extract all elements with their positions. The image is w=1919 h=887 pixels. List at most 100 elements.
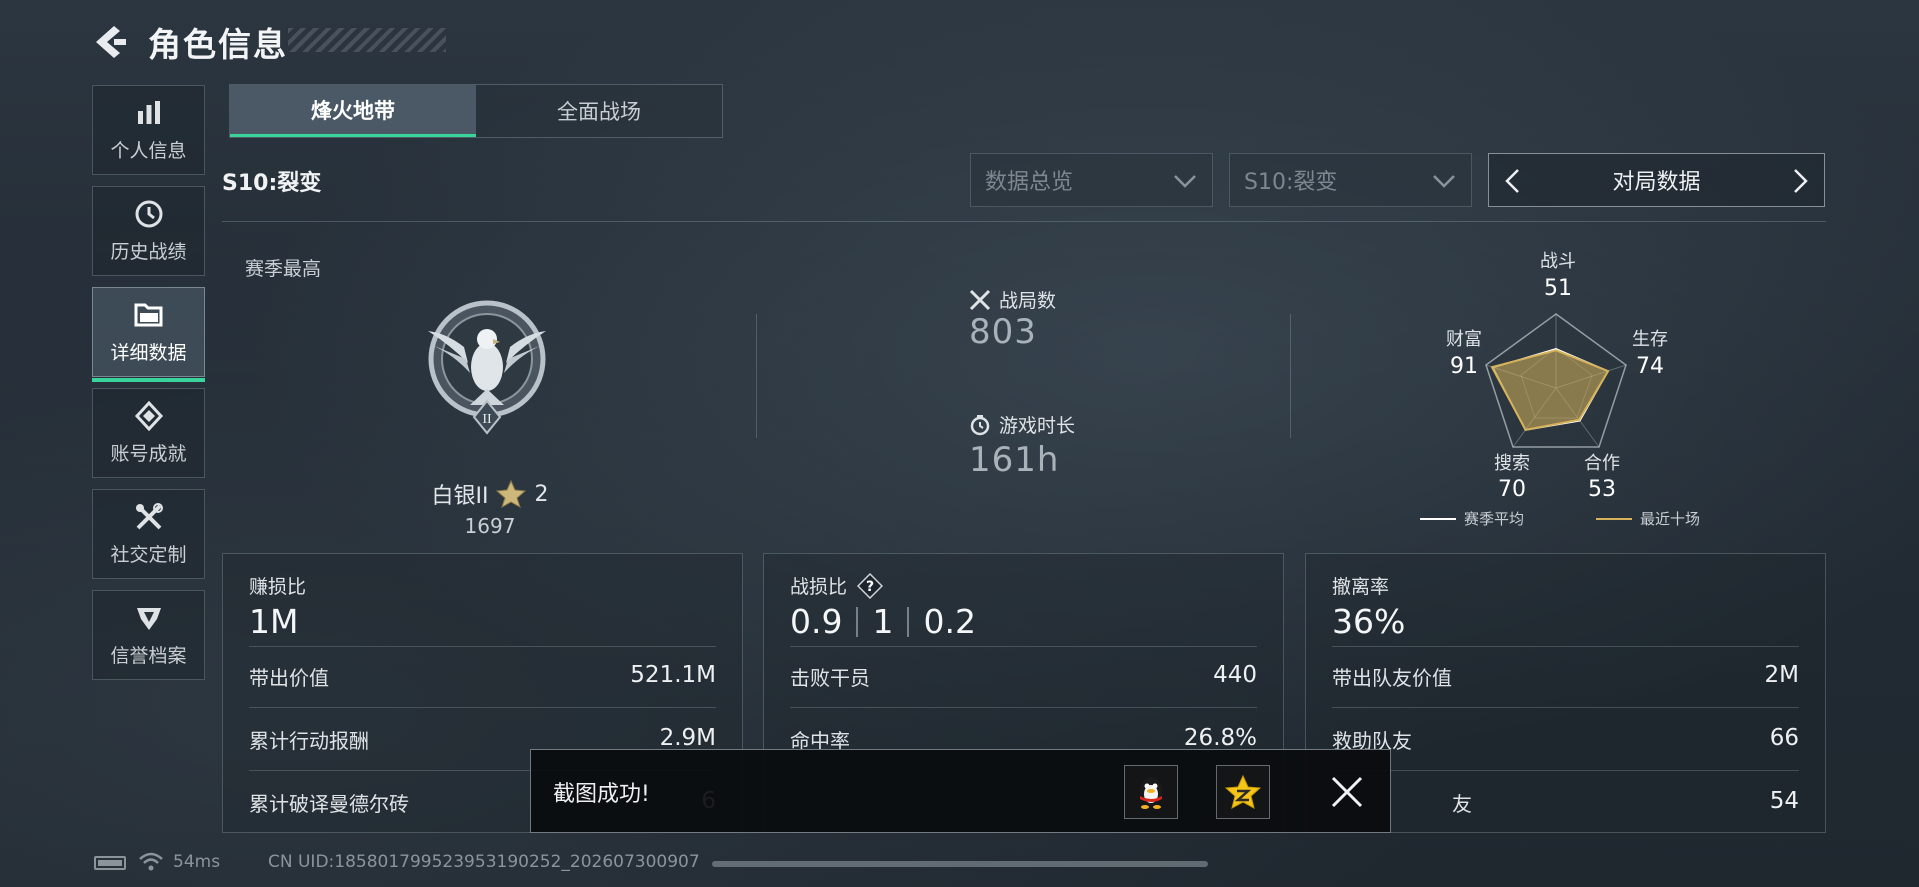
legend-line [1596,517,1632,520]
radar-label-combat: 战斗 [1540,251,1576,272]
dropdown-value: S10:裂变 [1244,170,1338,195]
medal-icon [134,400,164,431]
card-big-value: 36% [1332,602,1406,641]
screenshot-toast: 截图成功! [530,749,1391,833]
clock-icon [134,199,164,229]
switcher-label: 对局数据 [1612,170,1701,195]
star-icon [496,480,527,508]
vertical-divider [1290,314,1291,438]
close-icon[interactable] [1327,772,1367,812]
legend-line [1420,517,1456,520]
nav-item-label: 历史战绩 [110,240,187,263]
row-label: 累计行动报酬 [249,729,369,753]
card-big-value: 1M [249,602,299,641]
legend-label: 最近十场 [1640,510,1701,528]
radar-value-wealth: 91 [1450,354,1478,379]
data-type-switcher: 对局数据 [1488,153,1825,207]
row-label: 击败干员 [790,666,870,690]
title-decoration [288,28,446,52]
nav-item-history[interactable]: 历史战绩 [92,186,205,276]
radar-label-survival: 生存 [1632,329,1668,350]
season-dropdown[interactable]: S10:裂变 [1229,153,1472,207]
kd-value-2: 1 [872,602,894,641]
row-value: 54 [1769,788,1799,814]
penguin-icon [1140,777,1162,809]
card-divider [790,707,1257,708]
back-arrow-icon[interactable] [92,22,128,62]
overview-dropdown[interactable]: 数据总览 [970,153,1213,207]
row-value: 66 [1769,725,1799,751]
radar-value-combat: 51 [1544,276,1572,301]
nav-item-social-custom[interactable]: 社交定制 [92,489,205,579]
folder-icon [134,300,164,330]
rank-line: 白银II 2 [400,478,580,510]
tab-full-battlefield[interactable]: 全面战场 [476,85,722,137]
value-separator [907,606,910,637]
card-divider [1332,707,1799,708]
playtime-value: 161h [969,440,1060,480]
card-title-row: 战损比 ? [790,572,884,599]
row-label: 带出队友价值 [1332,666,1452,690]
nav-item-reputation[interactable]: 信誉档案 [92,590,205,680]
radar-value-teamwork: 53 [1588,477,1616,502]
scrollbar[interactable] [712,861,1208,867]
mode-tabs: 烽火地带 全面战场 [229,84,723,138]
nav-item-label: 账号成就 [110,442,187,465]
legend-season: 赛季平均 [1420,508,1524,529]
share-qzone-button[interactable] [1216,765,1270,819]
rank-name: 白银II [431,484,489,509]
radar-value-search: 70 [1498,477,1526,502]
matches-label: 战局数 [999,290,1057,312]
kd-value-3: 0.2 [923,602,976,641]
help-icon[interactable]: ? [857,572,884,599]
nav-item-label: 社交定制 [110,543,187,566]
card-title: 赚损比 [249,576,307,598]
qzone-star-icon [1225,774,1261,809]
season-best-label: 赛季最高 [245,258,322,280]
uid-text: CN UID:185801799523953190252_20260730090… [268,852,700,872]
section-divider [222,221,1826,222]
table-row: 友 54 [1332,788,1799,817]
nav-item-achievements[interactable]: 账号成就 [92,388,205,478]
chevron-right-icon[interactable] [1788,167,1812,195]
matches-label-row: 战局数 [969,286,1056,313]
nav-item-label: 信誉档案 [110,644,187,667]
playtime-label-row: 游戏时长 [969,411,1075,438]
ping-value: 54ms [173,852,221,872]
table-row: 击败干员 440 [790,662,1257,691]
vertical-divider [756,314,757,438]
card-big-value: 0.9 1 0.2 [790,602,976,641]
row-value: 440 [1213,662,1257,688]
card-divider [249,646,716,647]
shield-badge-icon [134,603,164,633]
rank-emblem-icon: II [428,300,546,435]
chevron-down-icon [1433,175,1455,188]
share-qq-button[interactable] [1124,765,1178,819]
nav-item-label: 个人信息 [110,139,187,162]
page-title: 角色信息 [148,25,288,64]
card-divider [1332,770,1799,771]
card-divider [1332,646,1799,647]
matches-value: 803 [969,312,1037,352]
radar-value-survival: 74 [1636,354,1664,379]
season-label: S10:裂变 [222,171,322,196]
nav-item-detailed-data[interactable]: 详细数据 [92,287,205,382]
card-divider [249,707,716,708]
card-title: 撤离率 [1332,576,1390,598]
table-row: 带出队友价值 2M [1332,662,1799,691]
toast-message: 截图成功! [553,782,650,807]
rank-score: 1697 [464,514,516,538]
playtime-label: 游戏时长 [999,415,1076,437]
nav-item-personal-info[interactable]: 个人信息 [92,85,205,175]
chevron-left-icon[interactable] [1501,167,1525,195]
legend-label: 赛季平均 [1464,510,1525,528]
table-row: 带出价值 521.1M [249,662,716,691]
tab-firezone[interactable]: 烽火地带 [230,85,476,137]
battery-icon [94,856,126,870]
radar-label-search: 搜索 [1494,453,1530,474]
svg-text:?: ? [866,579,874,595]
row-label: 累计破译曼德尔砖 [249,792,409,816]
rank-stars: 2 [534,481,549,507]
wifi-icon [139,852,163,871]
radar-label-wealth: 财富 [1446,329,1482,350]
